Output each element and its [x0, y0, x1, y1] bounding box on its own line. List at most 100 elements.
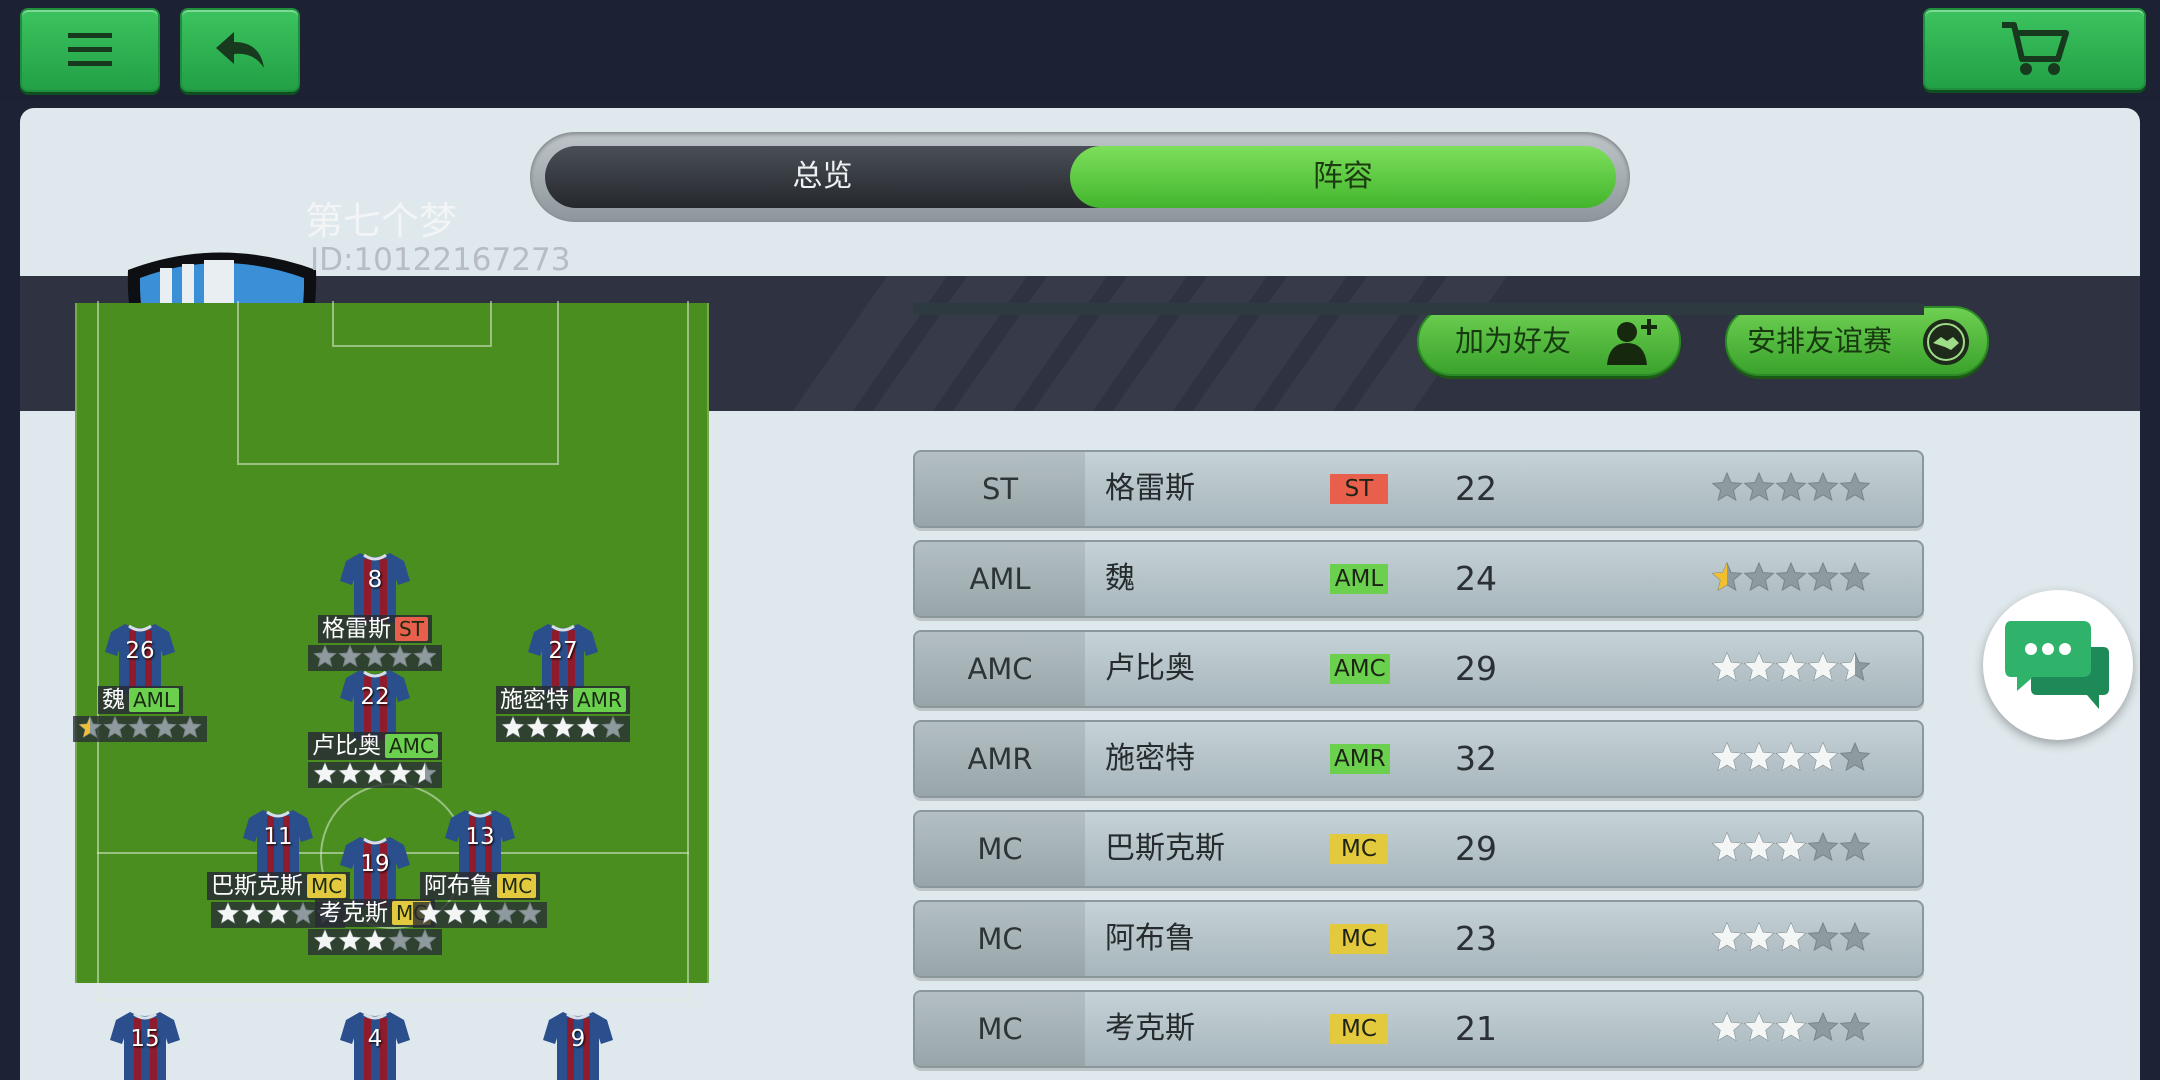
tab-switcher: 总览 阵容: [530, 132, 1630, 222]
star-icon: [153, 715, 177, 738]
squad-row[interactable]: MC 考克斯 MC 21: [913, 990, 1924, 1068]
player-name: 施密特: [1105, 741, 1195, 776]
star-rating: [1711, 921, 1871, 952]
pitch-player-label: 卢比奥 AMC: [308, 732, 442, 760]
position-badge: AML: [1330, 564, 1388, 594]
star-icon: [1807, 831, 1839, 862]
star-rating: [1711, 471, 1871, 502]
star-icon: [413, 644, 437, 667]
player-age: 32: [1455, 739, 1497, 778]
pitch-player-rating: [413, 901, 547, 928]
chat-icon: [2005, 621, 2109, 709]
pitch-player-label: 施密特 AMR: [496, 686, 630, 714]
jersey-number: 9: [570, 1026, 586, 1052]
add-friend-label: 加为好友: [1455, 324, 1572, 358]
jersey-number: 26: [125, 638, 155, 664]
player-jersey[interactable]: 26: [105, 622, 175, 694]
player-name: 巴斯克斯: [1105, 831, 1225, 866]
squad-row[interactable]: MC 巴斯克斯 MC 29: [913, 810, 1924, 888]
pitch-player-name: 卢比奥: [312, 733, 381, 759]
star-rating: [1711, 741, 1871, 772]
position-badge: MC: [1330, 834, 1388, 864]
position-badge: MC: [1330, 1014, 1388, 1044]
squad-row[interactable]: MC 阿布鲁 MC 23: [913, 900, 1924, 978]
top-bar: [0, 0, 2160, 100]
pitch-player-name: 格雷斯: [322, 616, 391, 642]
chat-button[interactable]: [1983, 590, 2133, 740]
pitch-player-name: 魏: [102, 687, 125, 713]
handshake-icon: [1921, 317, 1971, 390]
player-age: 29: [1455, 829, 1497, 868]
star-rating: [78, 715, 202, 738]
player-jersey[interactable]: 8: [340, 551, 410, 623]
star-rating: [313, 928, 437, 951]
star-icon: [1711, 471, 1743, 502]
player-age: 24: [1455, 559, 1497, 598]
position-slot: AMR: [915, 722, 1085, 796]
star-icon: [1775, 471, 1807, 502]
player-stars: [1711, 561, 1871, 598]
pitch-player-rating: [308, 761, 442, 788]
pitch-position-badge: AMR: [573, 688, 626, 712]
star-icon: [1807, 1011, 1839, 1042]
pitch-position-badge: AML: [129, 688, 180, 712]
player-jersey[interactable]: 4: [340, 1010, 410, 1080]
star-icon: [338, 644, 362, 667]
back-button[interactable]: [180, 8, 300, 92]
player-jersey[interactable]: 22: [340, 668, 410, 740]
star-icon: [103, 715, 127, 738]
jersey-number: 27: [548, 638, 578, 664]
position-badge: MC: [1330, 924, 1388, 954]
star-icon: [1775, 561, 1807, 592]
player-jersey[interactable]: 19: [340, 835, 410, 907]
player-stars: [1711, 921, 1871, 958]
pitch-player-rating: [308, 928, 442, 955]
star-icon: [291, 901, 315, 924]
cart-button[interactable]: [1923, 8, 2146, 90]
star-rating: [501, 715, 625, 738]
player-jersey[interactable]: 27: [528, 622, 598, 694]
star-icon: [363, 644, 387, 667]
squad-row[interactable]: ST 格雷斯 ST 22: [913, 450, 1924, 528]
star-icon: [413, 928, 437, 951]
add-friend-button[interactable]: 加为好友: [1417, 306, 1681, 376]
team-id: ID:10122167273: [310, 242, 571, 278]
jersey-number: 11: [263, 824, 293, 850]
player-jersey[interactable]: 15: [110, 1010, 180, 1080]
tab-overview[interactable]: 总览: [545, 146, 1100, 208]
pitch-player-label: 巴斯克斯 MC: [207, 872, 351, 900]
star-icon: [1743, 471, 1775, 502]
menu-icon: [68, 33, 112, 66]
squad-row[interactable]: AML 魏 AML 24: [913, 540, 1924, 618]
menu-button[interactable]: [20, 8, 160, 92]
pitch-position-badge: ST: [395, 617, 428, 641]
player-age: 29: [1455, 649, 1497, 688]
pitch-position-badge: AMC: [385, 734, 438, 758]
star-icon: [1839, 921, 1871, 952]
player-stars: [1711, 651, 1871, 688]
pitch-player-name: 考克斯: [319, 900, 388, 926]
position-slot: ST: [915, 452, 1085, 526]
star-rating: [1711, 651, 1871, 682]
player-name: 格雷斯: [1105, 471, 1195, 506]
arrange-friendly-label: 安排友谊赛: [1747, 324, 1893, 358]
player-jersey[interactable]: 9: [543, 1010, 613, 1080]
player-jersey[interactable]: 11: [243, 808, 313, 880]
player-stars: [1711, 1011, 1871, 1048]
position-slot: MC: [915, 902, 1085, 976]
player-stars: [1711, 831, 1871, 868]
player-name: 阿布鲁: [1105, 921, 1195, 956]
squad-row[interactable]: AMC 卢比奥 AMC 29: [913, 630, 1924, 708]
squad-row[interactable]: AMR 施密特 AMR 32: [913, 720, 1924, 798]
pitch-player-rating: [496, 715, 630, 742]
star-rating: [418, 901, 542, 924]
arrange-friendly-button[interactable]: 安排友谊赛: [1725, 306, 1989, 376]
star-icon: [388, 644, 412, 667]
tab-squad[interactable]: 阵容: [1070, 146, 1616, 208]
star-rating: [1711, 831, 1871, 862]
player-stars: [1711, 741, 1871, 778]
player-name: 魏: [1105, 561, 1135, 596]
pitch-player-name: 阿布鲁: [424, 873, 493, 899]
star-icon: [1807, 921, 1839, 952]
player-jersey[interactable]: 13: [445, 808, 515, 880]
